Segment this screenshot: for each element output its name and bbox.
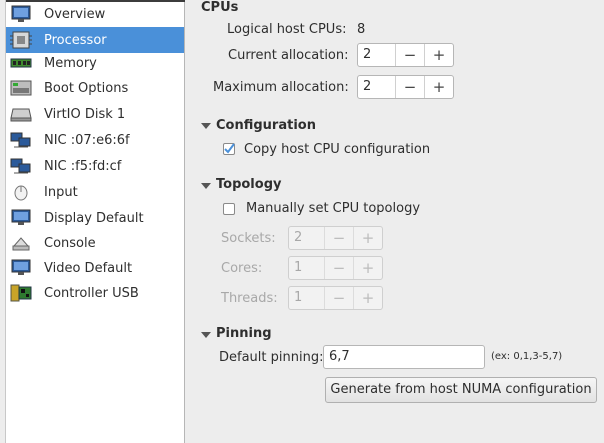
- sidebar-item-label: Memory: [44, 55, 97, 71]
- sidebar-item-memory[interactable]: Memory: [6, 50, 184, 76]
- threads-label: Threads:: [221, 291, 278, 306]
- current-allocation-spinner[interactable]: 2 − +: [357, 43, 454, 67]
- default-pinning-label: Default pinning:: [219, 350, 324, 365]
- increment-button[interactable]: +: [353, 257, 382, 279]
- memory-icon: [10, 54, 32, 72]
- disk-icon: [10, 105, 32, 123]
- video-icon: [10, 259, 32, 277]
- hardware-list: Overview Processor Memory Boot Options V…: [0, 0, 185, 443]
- sidebar-item-label: VirtIO Disk 1: [44, 106, 126, 122]
- network-icon: [10, 131, 32, 149]
- sidebar-item-nic-2[interactable]: NIC :f5:fd:cf: [6, 153, 184, 179]
- logical-cpus-value: 8: [357, 22, 366, 37]
- generate-numa-button[interactable]: Generate from host NUMA configuration: [325, 377, 597, 403]
- boot-options-icon: [10, 79, 32, 97]
- increment-button[interactable]: +: [424, 76, 453, 98]
- topology-section-title[interactable]: Topology: [216, 177, 281, 192]
- processor-icon: [10, 31, 32, 49]
- sidebar-item-console[interactable]: Console: [6, 230, 184, 256]
- sidebar-item-controller-usb[interactable]: Controller USB: [6, 280, 184, 306]
- increment-button[interactable]: +: [353, 227, 382, 249]
- maximum-allocation-value[interactable]: 2: [358, 76, 395, 98]
- copy-host-cpu-checkbox[interactable]: [223, 143, 235, 155]
- expander-triangle-icon[interactable]: [201, 183, 211, 189]
- sidebar-item-label: Controller USB: [44, 285, 139, 301]
- sockets-label: Sockets:: [221, 231, 276, 246]
- sidebar-item-label: Input: [44, 184, 78, 200]
- sidebar-item-label: Video Default: [44, 260, 133, 276]
- display-icon: [10, 209, 32, 227]
- sidebar-item-virtio-disk[interactable]: VirtIO Disk 1: [6, 101, 184, 127]
- sidebar-item-display[interactable]: Display Default: [6, 205, 184, 231]
- manual-topology-checkbox[interactable]: [223, 203, 235, 215]
- console-icon: [10, 234, 32, 252]
- sidebar-item-boot-options[interactable]: Boot Options: [6, 75, 184, 101]
- usb-controller-icon: [10, 284, 32, 302]
- decrement-button[interactable]: −: [395, 76, 424, 98]
- decrement-button[interactable]: −: [324, 287, 353, 309]
- increment-button[interactable]: +: [353, 287, 382, 309]
- sockets-value[interactable]: 2: [289, 227, 324, 249]
- sidebar-item-label: Boot Options: [44, 80, 129, 96]
- sockets-spinner[interactable]: 2 − +: [288, 226, 383, 250]
- manual-topology-label[interactable]: Manually set CPU topology: [246, 201, 420, 216]
- sidebar-item-label: NIC :07:e6:6f: [44, 132, 130, 148]
- current-allocation-label: Current allocation:: [228, 48, 349, 63]
- default-pinning-input[interactable]: 6,7: [323, 345, 485, 369]
- cores-label: Cores:: [221, 261, 263, 276]
- sidebar-item-label: NIC :f5:fd:cf: [44, 158, 122, 174]
- sidebar-item-video[interactable]: Video Default: [6, 255, 184, 281]
- mouse-icon: [10, 183, 32, 201]
- cores-value[interactable]: 1: [289, 257, 324, 279]
- maximum-allocation-label: Maximum allocation:: [213, 80, 349, 95]
- sidebar-item-label: Processor: [44, 32, 107, 48]
- logical-cpus-label: Logical host CPUs:: [227, 22, 347, 37]
- overview-icon: [10, 5, 32, 23]
- configuration-section-title[interactable]: Configuration: [216, 118, 316, 133]
- pinning-section-title[interactable]: Pinning: [216, 326, 272, 341]
- sidebar-item-label: Console: [44, 235, 96, 251]
- decrement-button[interactable]: −: [395, 44, 424, 66]
- sidebar-item-label: Overview: [44, 6, 106, 22]
- copy-host-cpu-label[interactable]: Copy host CPU configuration: [244, 142, 430, 157]
- increment-button[interactable]: +: [424, 44, 453, 66]
- checkmark-icon: [224, 143, 235, 154]
- maximum-allocation-spinner[interactable]: 2 − +: [357, 75, 454, 99]
- decrement-button[interactable]: −: [324, 257, 353, 279]
- cores-spinner[interactable]: 1 − +: [288, 256, 383, 280]
- network-icon: [10, 157, 32, 175]
- expander-triangle-icon[interactable]: [201, 332, 211, 338]
- sidebar-item-input[interactable]: Input: [6, 179, 184, 205]
- threads-value[interactable]: 1: [289, 287, 324, 309]
- sidebar-item-overview[interactable]: Overview: [6, 1, 184, 27]
- pinning-example-hint: (ex: 0,1,3-5,7): [491, 351, 563, 362]
- cpus-section-title: CPUs: [201, 0, 239, 15]
- sidebar-item-nic-1[interactable]: NIC :07:e6:6f: [6, 127, 184, 153]
- decrement-button[interactable]: −: [324, 227, 353, 249]
- current-allocation-value[interactable]: 2: [358, 44, 395, 66]
- sidebar-item-label: Display Default: [44, 210, 144, 226]
- threads-spinner[interactable]: 1 − +: [288, 286, 383, 310]
- expander-triangle-icon[interactable]: [201, 123, 211, 129]
